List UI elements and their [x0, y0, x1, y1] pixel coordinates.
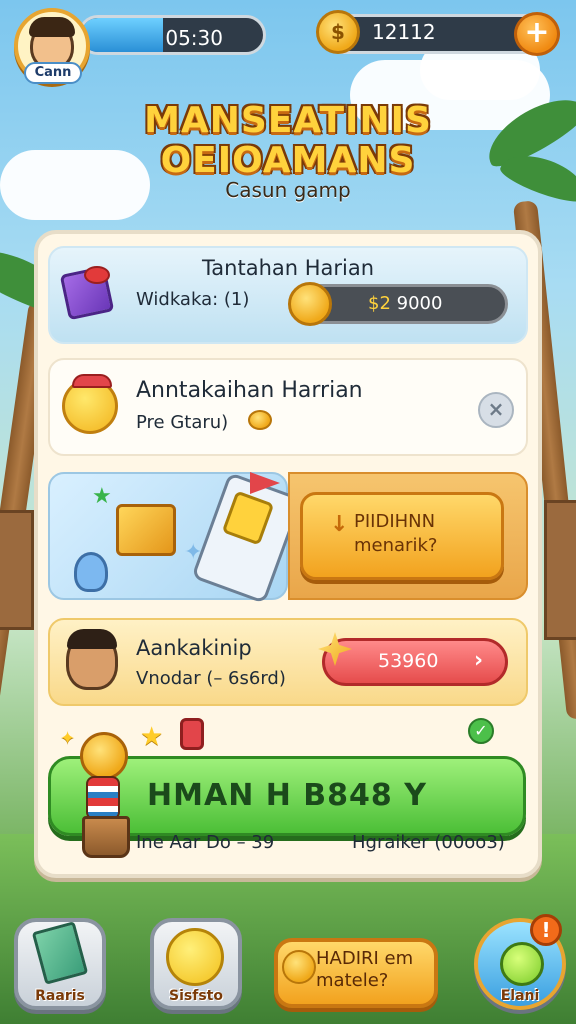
- timer-bar: 05:30: [78, 15, 266, 55]
- main-footer-right: Hgraiker (00oo3): [352, 832, 505, 853]
- timer-progress-fill: [81, 18, 163, 52]
- reward-value: 53960: [378, 650, 439, 672]
- hut: [544, 500, 576, 640]
- daily-reward-value: 9000: [396, 293, 443, 314]
- potion-bottle-icon: [74, 552, 108, 592]
- chevron-right-icon: ›: [474, 648, 484, 673]
- coin-icon: [282, 950, 316, 984]
- nav-label-elani: Elani: [500, 988, 540, 1004]
- ticket-icon: [180, 718, 204, 750]
- star-icon: ★: [92, 484, 112, 509]
- mascot-body-icon: [86, 776, 120, 820]
- nav-label-raaris: Raaris: [35, 988, 85, 1004]
- promo-cta-label: PIIDIHNN menarik?: [354, 511, 438, 556]
- coin-balance: 12112: [372, 20, 436, 44]
- game-title-line2: OEIOAMANS: [160, 140, 416, 181]
- sun-face-icon: [166, 928, 224, 986]
- timer-text: 05:30: [165, 26, 223, 50]
- arrow-down-icon: ↓: [330, 512, 349, 537]
- mascot-hat-icon: [72, 374, 112, 388]
- kid-avatar-icon: [66, 629, 118, 690]
- coin-icon: $: [316, 10, 360, 54]
- announcement-subtitle: Pre Gtaru): [136, 412, 229, 433]
- game-subtitle: Casun gamp: [225, 178, 351, 202]
- main-footer-left: Ine Aar Do – 39: [136, 832, 275, 853]
- add-coins-button[interactable]: +: [514, 12, 560, 56]
- daily-challenge-label: Widkaka: (1): [136, 289, 250, 310]
- announcement-title: Anntakaihan Harrian: [136, 378, 363, 403]
- game-title-line1: MANSEATINIS: [144, 100, 432, 141]
- coin-icon: [288, 282, 332, 326]
- check-icon: ✓: [468, 718, 494, 744]
- coin-icon: [248, 410, 272, 430]
- nav-label-hadiri: HADIRI em matele?: [316, 948, 414, 991]
- close-button[interactable]: ×: [478, 392, 514, 428]
- mascot-head-icon: [80, 732, 128, 780]
- reward-subtitle: Vnodar (– 6s6rd): [136, 668, 286, 689]
- smile-icon: [500, 942, 544, 986]
- daily-reward-currency: $2: [368, 293, 391, 314]
- hut: [0, 510, 34, 630]
- sparkle-icon: ✦: [60, 728, 76, 749]
- announcement-card[interactable]: [48, 358, 528, 456]
- treasure-box-icon: [116, 504, 176, 556]
- notification-badge: !: [530, 914, 562, 946]
- star-icon: ★: [140, 722, 164, 752]
- nav-label-sisfsto: Sisfsto: [169, 988, 223, 1004]
- daily-challenge-heading: Tantahan Harian: [201, 256, 375, 280]
- flower-pot-icon: [82, 816, 130, 858]
- reward-title: Aankakinip: [136, 636, 252, 660]
- daily-reward-amount: $2 9000: [368, 293, 442, 314]
- gift-bow-icon: [84, 266, 110, 284]
- player-name: Cann: [24, 62, 82, 84]
